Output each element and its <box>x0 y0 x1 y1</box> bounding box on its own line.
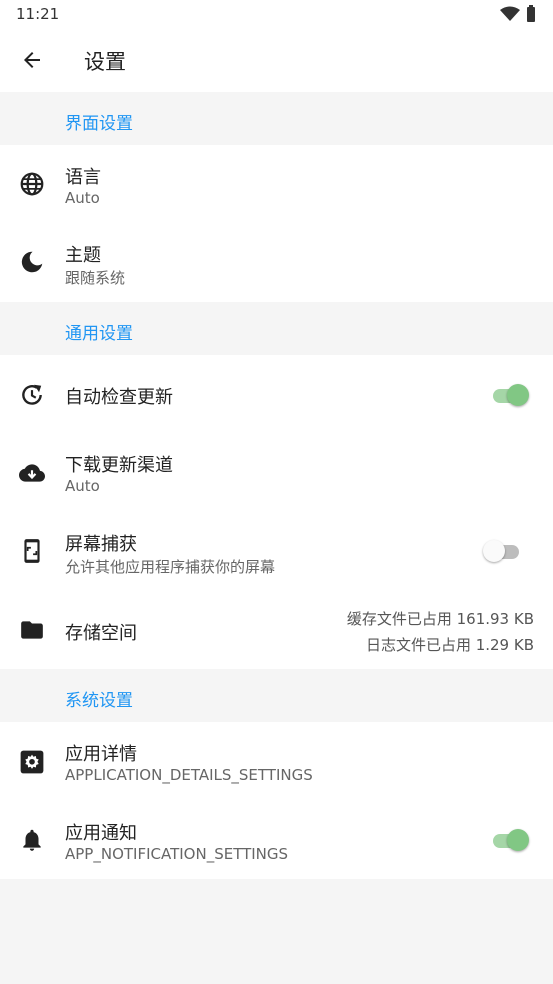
wifi-icon <box>500 6 520 21</box>
setting-title: 语言 <box>65 167 101 188</box>
screen-capture-setting[interactable]: 屏幕捕获 允许其他应用程序捕获你的屏幕 <box>0 512 553 591</box>
setting-title: 自动检查更新 <box>65 387 173 408</box>
setting-value: Auto <box>65 189 100 207</box>
app-details-setting[interactable]: 应用详情 APPLICATION_DETAILS_SETTINGS <box>0 722 553 801</box>
phone-screenshot-icon <box>24 539 40 563</box>
app-notifications-toggle[interactable] <box>491 827 531 853</box>
section-title: 界面设置 <box>65 114 133 134</box>
cloud-download-icon <box>19 464 45 482</box>
toggle-thumb <box>507 829 529 851</box>
settings-gear-icon <box>20 750 44 774</box>
toggle-thumb <box>507 384 529 406</box>
app-bar: 设置 <box>0 28 553 92</box>
storage-setting[interactable]: 存储空间 缓存文件已占用 161.93 KB 日志文件已占用 1.29 KB <box>0 591 553 669</box>
auto-update-setting[interactable]: 自动检查更新 <box>0 355 553 433</box>
status-bar: 11:21 <box>0 0 553 28</box>
setting-title: 应用通知 <box>65 823 137 844</box>
log-size-text: 日志文件已占用 1.29 KB <box>365 636 534 654</box>
setting-subtitle: APP_NOTIFICATION_SETTINGS <box>65 845 289 863</box>
folder-icon <box>21 621 43 639</box>
setting-title: 应用详情 <box>65 744 137 765</box>
page-title: 设置 <box>84 50 126 74</box>
auto-update-toggle[interactable] <box>491 382 531 408</box>
screen-capture-toggle[interactable] <box>483 538 523 564</box>
status-time: 11:21 <box>16 5 60 23</box>
app-notifications-setting[interactable]: 应用通知 APP_NOTIFICATION_SETTINGS <box>0 801 553 879</box>
cache-size-text: 缓存文件已占用 161.93 KB <box>346 610 534 628</box>
update-channel-setting[interactable]: 下载更新渠道 Auto <box>0 433 553 512</box>
bell-icon <box>23 829 41 851</box>
section-header-system: 系统设置 <box>0 669 553 722</box>
language-setting[interactable]: 语言 Auto <box>0 145 553 223</box>
update-clock-icon <box>22 384 42 405</box>
setting-title: 屏幕捕获 <box>65 534 137 555</box>
section-header-general: 通用设置 <box>0 302 553 355</box>
arrow-back-icon[interactable] <box>20 48 44 72</box>
setting-title: 存储空间 <box>65 623 137 644</box>
setting-title: 主题 <box>65 245 101 266</box>
section-title: 通用设置 <box>65 324 133 344</box>
setting-title: 下载更新渠道 <box>65 455 173 476</box>
toggle-thumb <box>483 540 505 562</box>
setting-value: Auto <box>65 477 100 495</box>
globe-icon <box>20 172 44 196</box>
section-title: 系统设置 <box>65 691 133 711</box>
setting-subtitle: APPLICATION_DETAILS_SETTINGS <box>65 766 313 784</box>
setting-subtitle: 允许其他应用程序捕获你的屏幕 <box>65 558 276 576</box>
moon-icon <box>21 251 43 273</box>
battery-icon <box>527 5 535 22</box>
section-header-interface: 界面设置 <box>0 92 553 145</box>
setting-value: 跟随系统 <box>65 269 126 287</box>
theme-setting[interactable]: 主题 跟随系统 <box>0 223 553 302</box>
